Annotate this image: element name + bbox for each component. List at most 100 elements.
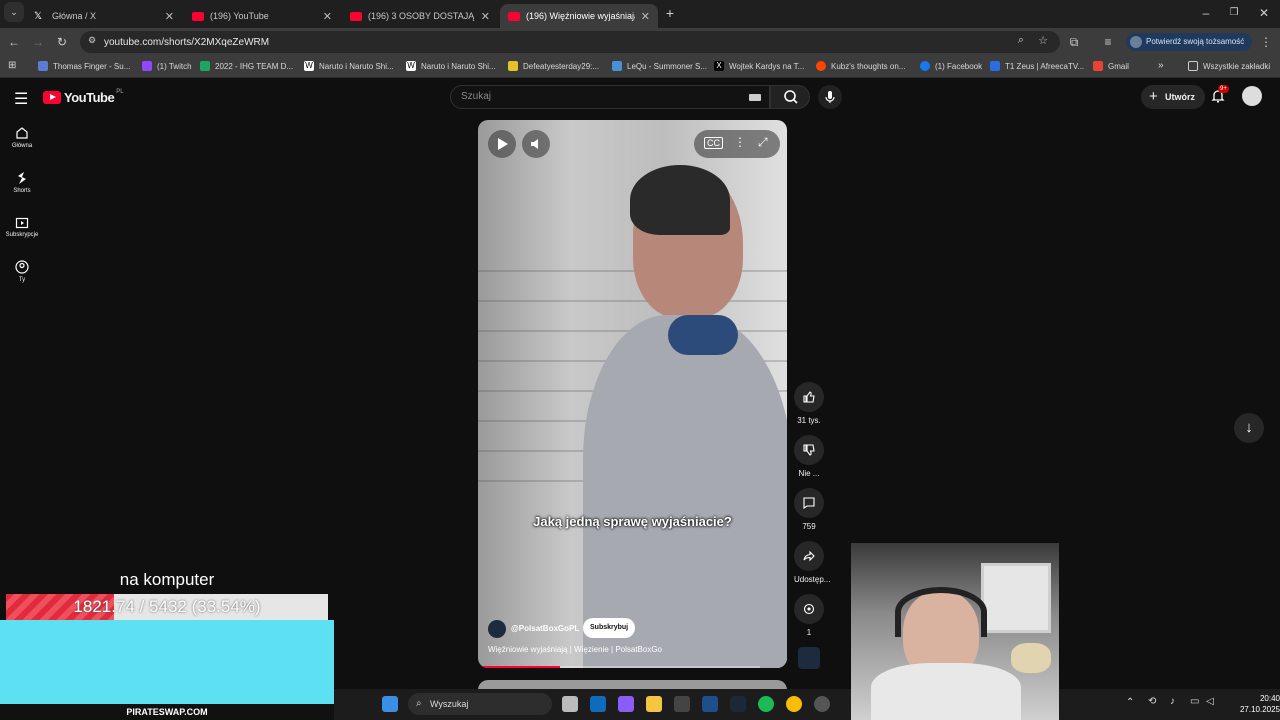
- notifications-button[interactable]: 9+: [1210, 85, 1229, 109]
- zoom-icon[interactable]: ⌕: [1018, 34, 1024, 47]
- sidebar-item-shorts[interactable]: Shorts: [0, 171, 44, 194]
- task-view-icon[interactable]: [562, 696, 578, 712]
- subscriptions-icon: [15, 217, 29, 229]
- tab-active-short[interactable]: (196) Więźniowie wyjaśniają | W ✕: [500, 4, 658, 28]
- tray-chevron-icon[interactable]: ⌃: [1126, 697, 1134, 708]
- close-icon[interactable]: ✕: [323, 10, 332, 23]
- bookmark-item[interactable]: W Naruto i Naruto Shi...: [304, 61, 394, 71]
- copilot-icon[interactable]: [618, 696, 634, 712]
- bookmark-item[interactable]: Kubz's thoughts on...: [816, 61, 905, 71]
- play-button[interactable]: [488, 130, 516, 158]
- tab-youtube-2[interactable]: (196) 3 OSOBY DOSTAJĄ SŁOW ✕: [342, 4, 498, 28]
- new-tab-icon[interactable]: +: [660, 2, 680, 24]
- bookmark-item[interactable]: W Naruto i Naruto Shi...: [406, 61, 496, 71]
- bookmark-star-icon[interactable]: ☆: [1038, 34, 1048, 47]
- next-short-button[interactable]: ↓: [1234, 413, 1264, 443]
- bookmark-item[interactable]: (1) Twitch: [142, 61, 192, 71]
- close-icon[interactable]: ✕: [641, 10, 650, 23]
- audio-track-thumbnail[interactable]: [798, 647, 820, 669]
- share-button[interactable]: Udostęp...: [794, 541, 830, 584]
- dislike-button[interactable]: Nie ...: [794, 435, 824, 478]
- keyboard-icon[interactable]: [749, 94, 761, 101]
- subscribe-button[interactable]: Subskrybuj: [583, 618, 636, 638]
- tab-x[interactable]: 𝕏 Główna / X ✕: [26, 4, 182, 28]
- search-placeholder: Szukaj: [461, 91, 492, 102]
- search-button[interactable]: [770, 85, 810, 109]
- bookmark-item[interactable]: (1) Facebook: [920, 61, 982, 71]
- windows-start-icon[interactable]: [382, 696, 398, 712]
- voice-search-button[interactable]: [818, 85, 842, 109]
- site-info-icon[interactable]: ⚙: [88, 35, 96, 46]
- close-icon[interactable]: ✕: [481, 10, 490, 23]
- more-options-icon[interactable]: ⋮: [734, 135, 746, 149]
- tab-youtube[interactable]: (196) YouTube ✕: [184, 4, 340, 28]
- app-icon[interactable]: [814, 696, 830, 712]
- close-icon[interactable]: ✕: [165, 10, 174, 23]
- bookmark-item[interactable]: Thomas Finger - Su...: [38, 61, 130, 71]
- youtube-logo[interactable]: YouTube PL: [43, 89, 124, 105]
- play-icon: [498, 138, 508, 150]
- window-close-icon[interactable]: ✕: [1254, 2, 1274, 24]
- address-bar[interactable]: ⚙ youtube.com/shorts/X2MXqeZeWRM ⌕ ☆: [80, 31, 1060, 53]
- facebook-icon: [920, 61, 930, 71]
- channel-name[interactable]: @PolsatBoxGoPL: [511, 624, 579, 633]
- fullscreen-icon[interactable]: ⤢: [758, 135, 768, 150]
- tab-search-icon[interactable]: ⌄: [4, 2, 24, 22]
- avatar[interactable]: [1242, 86, 1262, 106]
- forward-icon[interactable]: →: [28, 31, 48, 53]
- youtube-icon: [508, 11, 520, 21]
- video-progress-bar[interactable]: [482, 666, 760, 668]
- clock[interactable]: 20:40 27.10.2025: [1224, 693, 1280, 715]
- captions-icon[interactable]: CC: [704, 137, 723, 149]
- bookmark-item[interactable]: Gmail: [1093, 61, 1129, 71]
- minimize-icon[interactable]: –: [1196, 2, 1216, 24]
- outlook-icon[interactable]: [590, 696, 606, 712]
- share-icon: [803, 550, 815, 562]
- like-button[interactable]: 31 tys.: [794, 382, 824, 425]
- search-input[interactable]: Szukaj: [450, 85, 770, 109]
- bookmark-label: Gmail: [1108, 61, 1129, 71]
- comments-button[interactable]: 759: [794, 488, 824, 531]
- tab-groups-icon[interactable]: ≡: [1098, 31, 1118, 53]
- microphone-icon[interactable]: ♪: [1170, 696, 1175, 707]
- create-button[interactable]: + Utwórz: [1141, 85, 1205, 109]
- bookmark-item[interactable]: X Wojtek Kardys na T...: [714, 61, 804, 71]
- bookmark-item[interactable]: T1 Zeus | AfreecaTV...: [990, 61, 1084, 71]
- search-icon: ⌕: [416, 698, 422, 709]
- chrome-icon[interactable]: [786, 696, 802, 712]
- sidebar-item-home[interactable]: Główna: [0, 126, 44, 149]
- bookmark-item[interactable]: Defeatyesterday29:...: [508, 61, 599, 71]
- more-bookmarks-icon[interactable]: »: [1158, 60, 1164, 71]
- bookmarks-bar: ⊞ Thomas Finger - Su... (1) Twitch 2022 …: [0, 56, 1280, 78]
- apps-icon[interactable]: ⊞: [8, 60, 16, 71]
- bookmark-item[interactable]: 2022 - IHG TEAM D...: [200, 61, 293, 71]
- remix-button[interactable]: 1: [794, 594, 824, 637]
- network-icon[interactable]: ▭: [1190, 696, 1199, 707]
- bookmark-item[interactable]: LeQu - Summoner S...: [612, 61, 707, 71]
- maximize-icon[interactable]: ❐: [1224, 2, 1244, 24]
- sync-icon[interactable]: ⟲: [1148, 696, 1156, 707]
- channel-avatar[interactable]: [488, 620, 506, 638]
- menu-dots-icon[interactable]: ⋮: [1256, 31, 1276, 53]
- bookmark-label: 2022 - IHG TEAM D...: [215, 61, 294, 71]
- volume-button[interactable]: [522, 130, 550, 158]
- spotify-icon[interactable]: [758, 696, 774, 712]
- verify-identity-button[interactable]: Potwierdź swoją tożsamość: [1126, 33, 1253, 51]
- hamburger-menu-icon[interactable]: ☰: [14, 89, 28, 109]
- video-progress-fill: [482, 666, 560, 668]
- reload-icon[interactable]: ↻: [52, 31, 72, 53]
- sidebar-item-you[interactable]: Ty: [0, 260, 44, 283]
- store-icon[interactable]: [674, 696, 690, 712]
- steam-icon[interactable]: [730, 696, 746, 712]
- taskbar-search[interactable]: ⌕ Wyszukaj: [408, 693, 552, 715]
- all-bookmarks[interactable]: Wszystkie zakładki: [1188, 61, 1270, 71]
- back-icon[interactable]: ←: [4, 31, 24, 53]
- speaker-icon[interactable]: ◁: [1206, 696, 1214, 707]
- app-icon[interactable]: [702, 696, 718, 712]
- short-video-player[interactable]: CC ⋮ ⤢ Jaką jedną sprawę wyjaśniacie? @P…: [478, 120, 787, 668]
- video-title[interactable]: Więźniowie wyjaśniają | Więzienie | Pols…: [488, 645, 662, 654]
- sidebar-item-subscriptions[interactable]: Subskrypcje: [0, 215, 44, 238]
- file-explorer-icon[interactable]: [646, 696, 662, 712]
- extensions-icon[interactable]: ⧉: [1064, 31, 1084, 53]
- youtube-icon: [192, 11, 204, 21]
